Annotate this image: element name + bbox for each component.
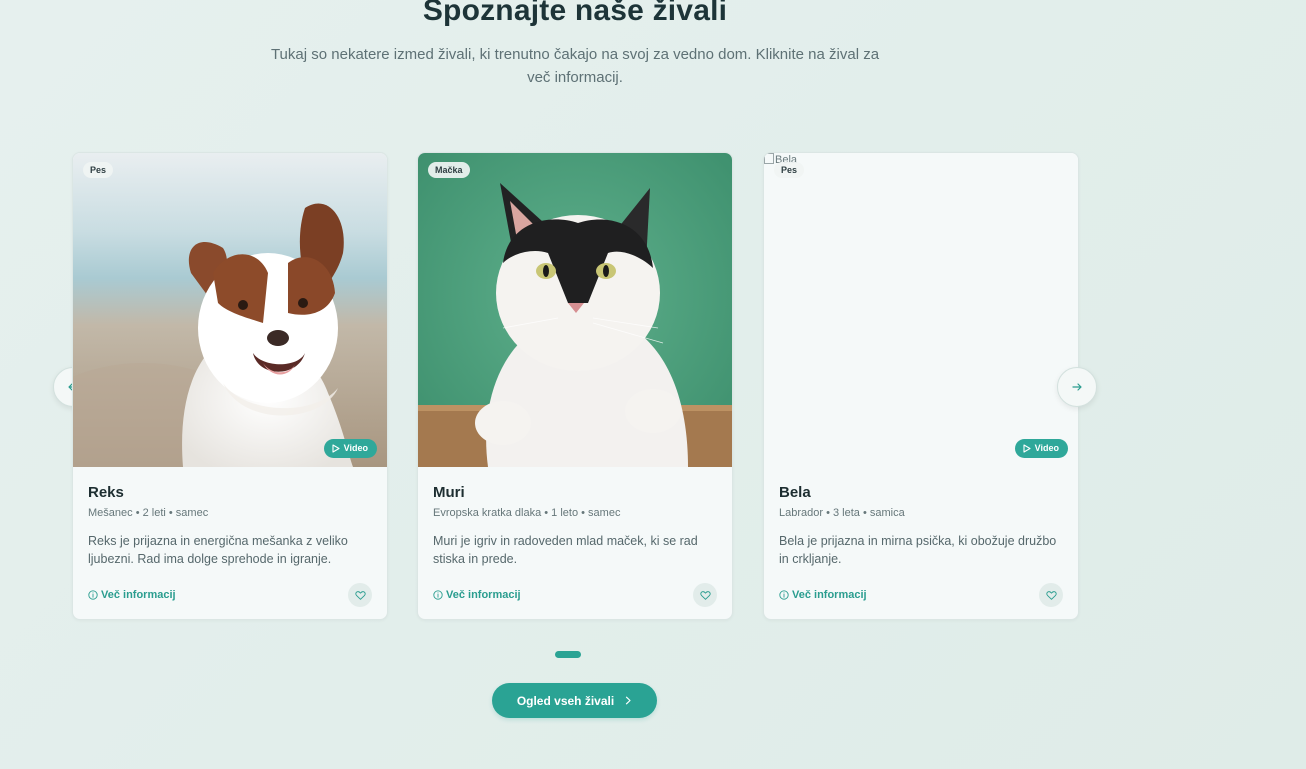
animal-card[interactable]: Bela Pes Video Bela Labrador • 3 leta • … — [763, 152, 1079, 620]
animal-meta: Evropska kratka dlaka • 1 leto • samec — [433, 507, 621, 519]
animal-description: Muri je igriv in radoveden mlad maček, k… — [433, 534, 698, 566]
animal-type-badge: Mačka — [428, 162, 470, 178]
info-icon — [433, 590, 443, 600]
animal-type-badge: Pes — [83, 162, 114, 178]
play-icon — [1023, 444, 1031, 453]
arrow-right-icon — [1072, 383, 1082, 391]
carousel-next-button[interactable] — [1057, 367, 1097, 407]
animal-name: Reks — [88, 484, 124, 501]
more-info-link[interactable]: Več informacij — [88, 589, 176, 601]
animal-type-badge: Pes — [774, 162, 805, 178]
section-title: Spoznajte naše živali — [422, 0, 728, 27]
animal-name: Muri — [433, 484, 465, 501]
more-info-label: Več informacij — [792, 589, 867, 601]
dog-photo — [73, 153, 387, 467]
video-badge[interactable]: Video — [1014, 439, 1068, 458]
heart-icon — [699, 590, 711, 600]
carousel-pagination-dot[interactable] — [555, 651, 581, 658]
animal-meta: Mešanec • 2 leti • samec — [88, 507, 209, 519]
animal-photo[interactable]: Mačka — [418, 153, 732, 467]
video-badge[interactable]: Video — [323, 439, 377, 458]
view-all-label: Ogled vseh živali — [516, 693, 615, 708]
broken-image-icon — [764, 153, 774, 164]
info-icon — [88, 590, 98, 600]
animal-description: Reks je prijazna in energična mešanka z … — [88, 534, 348, 566]
more-info-link[interactable]: Več informacij — [779, 589, 867, 601]
more-info-label: Več informacij — [446, 589, 521, 601]
animal-photo[interactable]: Bela Pes Video — [764, 153, 1078, 467]
chevron-right-icon — [626, 696, 631, 705]
animal-card[interactable]: Pes Video Reks Mešanec • 2 leti • samec … — [72, 152, 388, 620]
animal-meta: Labrador • 3 leta • samica — [779, 507, 905, 519]
favorite-button[interactable] — [348, 583, 372, 607]
video-badge-label: Video — [343, 443, 368, 453]
animal-description: Bela je prijazna in mirna psička, ki obo… — [779, 534, 1057, 566]
animal-card[interactable]: Mačka Muri Evropska kratka dlaka • 1 let… — [417, 152, 733, 620]
heart-icon — [354, 590, 366, 600]
cat-photo — [418, 153, 732, 467]
play-icon — [332, 444, 340, 453]
info-icon — [779, 590, 789, 600]
animal-name: Bela — [779, 484, 811, 501]
heart-icon — [1045, 590, 1057, 600]
favorite-button[interactable] — [693, 583, 717, 607]
broken-image: Bela — [764, 153, 1078, 467]
view-all-animals-button[interactable]: Ogled vseh živali — [492, 683, 657, 718]
favorite-button[interactable] — [1039, 583, 1063, 607]
animal-photo[interactable]: Pes Video — [73, 153, 387, 467]
more-info-link[interactable]: Več informacij — [433, 589, 521, 601]
section-subtitle: Tukaj so nekatere izmed živali, ki trenu… — [270, 46, 880, 86]
more-info-label: Več informacij — [101, 589, 176, 601]
video-badge-label: Video — [1034, 443, 1059, 453]
